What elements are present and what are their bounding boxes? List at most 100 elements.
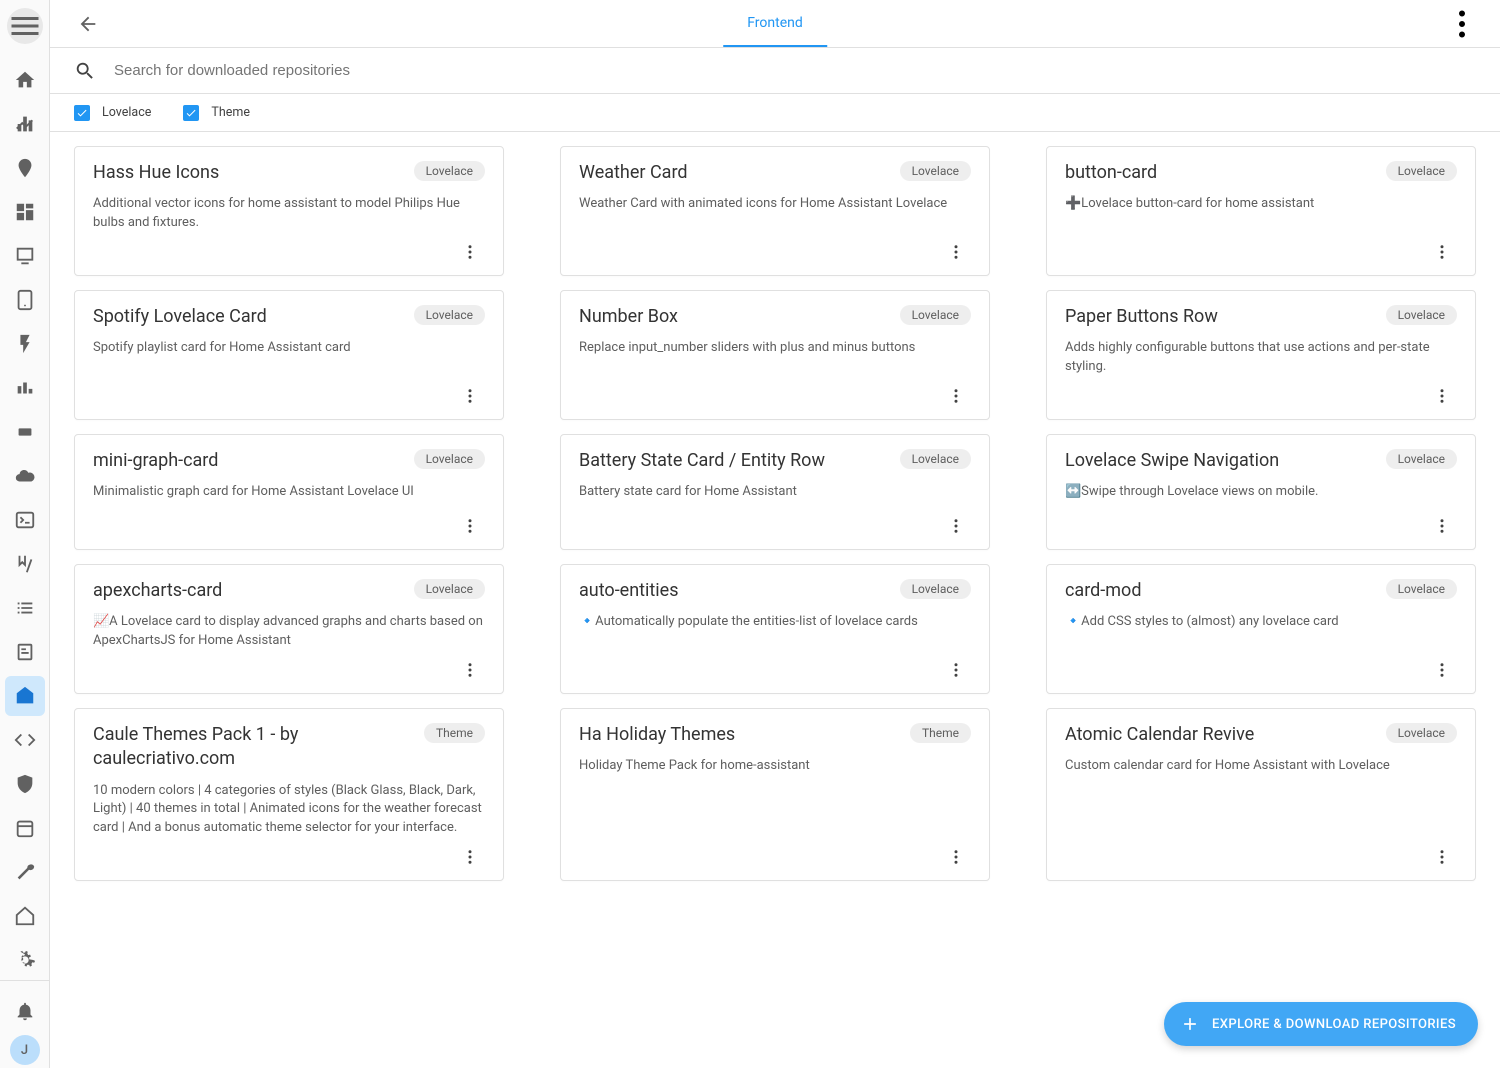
card-badge: Lovelace (900, 161, 971, 181)
card-more-button[interactable] (941, 511, 971, 541)
repo-card[interactable]: button-cardLovelace➕Lovelace button-card… (1046, 146, 1476, 276)
nav-home2[interactable] (5, 896, 45, 936)
repo-card[interactable]: Atomic Calendar ReviveLovelaceCustom cal… (1046, 708, 1476, 881)
repo-card[interactable]: mini-graph-cardLovelaceMinimalistic grap… (74, 434, 504, 550)
card-more-button[interactable] (455, 842, 485, 872)
card-badge: Lovelace (900, 449, 971, 469)
card-badge: Theme (910, 723, 971, 743)
card-badge: Lovelace (1386, 723, 1457, 743)
dots-vertical-icon (461, 517, 479, 535)
back-button[interactable] (68, 4, 108, 44)
tab-frontend[interactable]: Frontend (723, 0, 827, 47)
dots-vertical-icon (1444, 6, 1480, 42)
repo-card[interactable]: card-modLovelace🔹Add CSS styles to (almo… (1046, 564, 1476, 694)
card-more-button[interactable] (941, 655, 971, 685)
card-more-button[interactable] (455, 237, 485, 267)
cards-grid: Hass Hue IconsLovelaceAdditional vector … (74, 146, 1476, 881)
card-description: Battery state card for Home Assistant (579, 483, 971, 502)
card-description: 🔹Automatically populate the entities-lis… (579, 613, 971, 632)
card-more-button[interactable] (1427, 381, 1457, 411)
nav-settings[interactable] (5, 940, 45, 980)
card-more-button[interactable] (941, 237, 971, 267)
sidebar: J (0, 0, 50, 1068)
nav-wrench[interactable] (5, 852, 45, 892)
card-actions (93, 507, 485, 541)
nav-bars[interactable] (5, 368, 45, 408)
card-head: card-modLovelace (1065, 579, 1457, 603)
card-actions (1065, 838, 1457, 872)
card-more-button[interactable] (455, 655, 485, 685)
avatar[interactable]: J (10, 1035, 40, 1065)
nav-dashboard[interactable] (5, 192, 45, 232)
nav-list[interactable] (5, 588, 45, 628)
repo-card[interactable]: Ha Holiday ThemesThemeHoliday Theme Pack… (560, 708, 990, 881)
filter-row: Lovelace Theme (50, 94, 1500, 132)
checkbox-theme[interactable] (183, 105, 199, 121)
repo-card[interactable]: Paper Buttons RowLovelaceAdds highly con… (1046, 290, 1476, 420)
nav-flash[interactable] (5, 324, 45, 364)
nav-file[interactable] (5, 632, 45, 672)
nav-energy[interactable] (5, 104, 45, 144)
card-badge: Lovelace (414, 305, 485, 325)
card-more-button[interactable] (1427, 237, 1457, 267)
dots-vertical-icon (1433, 661, 1451, 679)
nav-code[interactable] (5, 720, 45, 760)
nav-map[interactable] (5, 148, 45, 188)
card-badge: Theme (424, 723, 485, 743)
header-more-button[interactable] (1444, 6, 1480, 42)
card-title: Lovelace Swipe Navigation (1065, 449, 1279, 473)
card-description: ↔️Swipe through Lovelace views on mobile… (1065, 483, 1457, 502)
checkbox-lovelace[interactable] (74, 105, 90, 121)
nav-tools[interactable] (5, 544, 45, 584)
search-icon (74, 60, 96, 82)
card-more-button[interactable] (941, 381, 971, 411)
dots-vertical-icon (461, 848, 479, 866)
nav-chip[interactable] (5, 412, 45, 452)
avatar-initial: J (21, 1043, 28, 1058)
nav-calendar[interactable] (5, 808, 45, 848)
nav-terminal[interactable] (5, 500, 45, 540)
content: Hass Hue IconsLovelaceAdditional vector … (50, 132, 1500, 1068)
card-title: auto-entities (579, 579, 679, 603)
repo-card[interactable]: Lovelace Swipe Navigation Lovelace ↔️Swipe… (1046, 434, 1476, 550)
plus-icon (1180, 1014, 1200, 1034)
search-input[interactable] (114, 62, 1476, 79)
hamburger-menu-button[interactable] (7, 8, 43, 44)
card-head: Paper Buttons RowLovelace (1065, 305, 1457, 329)
repo-card[interactable]: Hass Hue IconsLovelaceAdditional vector … (74, 146, 504, 276)
nav-overview[interactable] (5, 60, 45, 100)
card-more-button[interactable] (1427, 842, 1457, 872)
repo-card[interactable]: apexcharts-cardLovelace📈A Lovelace card … (74, 564, 504, 694)
card-more-button[interactable] (455, 381, 485, 411)
card-description: Weather Card with animated icons for Hom… (579, 195, 971, 214)
card-description: ➕Lovelace button-card for home assistant (1065, 195, 1457, 214)
card-title: Paper Buttons Row (1065, 305, 1218, 329)
card-title: Weather Card (579, 161, 688, 185)
repo-card[interactable]: Battery State Card / Entity RowLovelaceB… (560, 434, 990, 550)
card-more-button[interactable] (1427, 655, 1457, 685)
dots-vertical-icon (461, 387, 479, 405)
nav-shield[interactable] (5, 764, 45, 804)
card-description: Additional vector icons for home assista… (93, 195, 485, 233)
nav-notifications[interactable] (5, 991, 45, 1031)
card-description: Minimalistic graph card for Home Assista… (93, 483, 485, 502)
filter-label-lovelace: Lovelace (102, 105, 151, 120)
nav-media[interactable] (5, 236, 45, 276)
card-badge: Lovelace (1386, 449, 1457, 469)
repo-card[interactable]: Weather Card Lovelace Weather Card with an… (560, 146, 990, 276)
explore-fab[interactable]: EXPLORE & DOWNLOAD REPOSITORIES (1164, 1002, 1478, 1046)
nav-hacs[interactable] (5, 676, 45, 716)
card-more-button[interactable] (1427, 511, 1457, 541)
dots-vertical-icon (1433, 243, 1451, 261)
card-more-button[interactable] (455, 511, 485, 541)
card-actions (1065, 507, 1457, 541)
nav-mobile[interactable] (5, 280, 45, 320)
check-icon (185, 107, 197, 119)
repo-card[interactable]: Caule Themes Pack 1 - by caulecriativo.c… (74, 708, 504, 881)
repo-card[interactable]: auto-entitiesLovelace🔹Automatically popu… (560, 564, 990, 694)
dots-vertical-icon (947, 848, 965, 866)
card-more-button[interactable] (941, 842, 971, 872)
repo-card[interactable]: Spotify Lovelace CardLovelaceSpotify pla… (74, 290, 504, 420)
nav-cloud[interactable] (5, 456, 45, 496)
repo-card[interactable]: Number BoxLovelaceReplace input_number s… (560, 290, 990, 420)
